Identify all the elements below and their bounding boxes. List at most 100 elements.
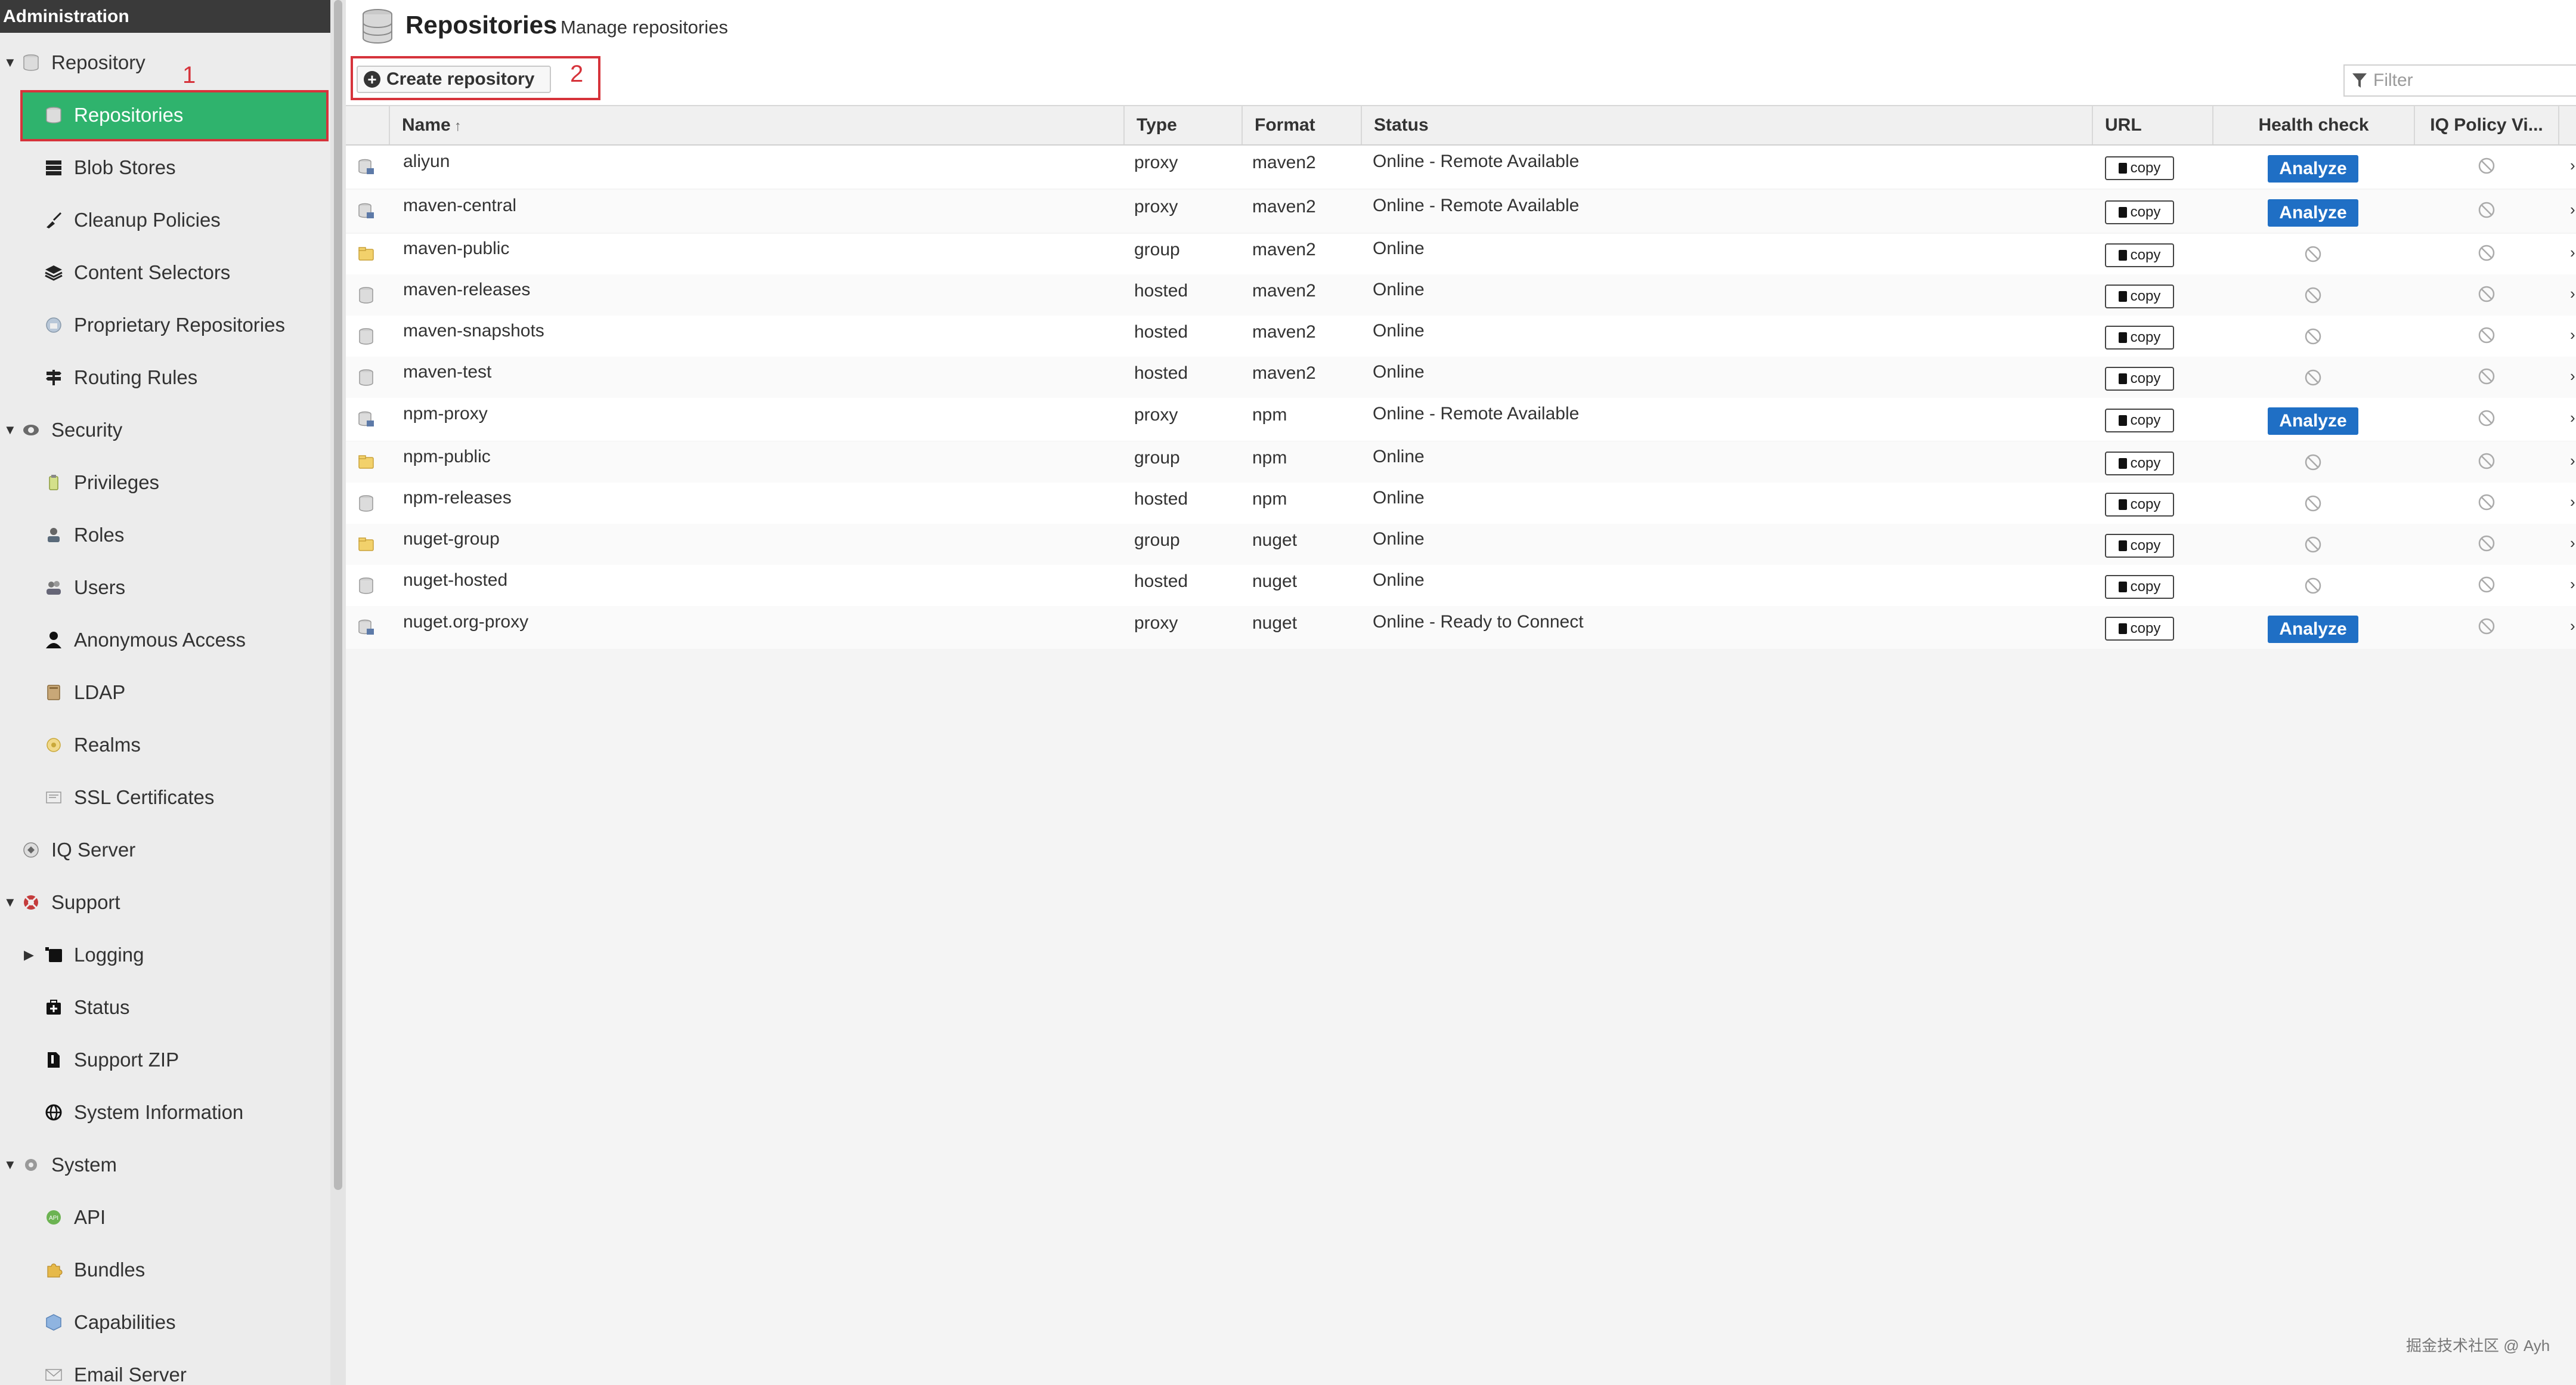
iq-server-icon (21, 840, 41, 860)
column-header-url[interactable]: URL (2092, 106, 2212, 144)
row-expand-icon[interactable]: › (2570, 243, 2575, 262)
sidebar-item-ldap[interactable]: LDAP (0, 666, 330, 719)
column-header-iq-policy[interactable]: IQ Policy Vi... (2414, 106, 2558, 144)
filter-field[interactable] (2343, 64, 2576, 97)
copy-url-button[interactable]: copy (2105, 156, 2174, 180)
copy-label: copy (2130, 412, 2161, 428)
copy-url-button[interactable]: copy (2105, 409, 2174, 432)
row-expand-icon[interactable]: › (2570, 409, 2575, 427)
table-row[interactable]: nuget.org-proxy proxy nuget Online - Ready … (346, 606, 2576, 649)
table-row[interactable]: aliyun proxy maven2 Online - Remote Availab… (346, 146, 2576, 188)
row-expand-icon[interactable]: › (2570, 493, 2575, 511)
sidebar-item-email-server[interactable]: Email Server (0, 1349, 330, 1385)
table-row[interactable]: npm-releases hosted npm Online copy › (346, 483, 2576, 524)
sidebar-item-routing-rules[interactable]: Routing Rules (0, 351, 330, 404)
repo-status: Online (1373, 570, 1425, 590)
table-row[interactable]: nuget-group group nuget Online copy › (346, 524, 2576, 565)
expand-caret-icon[interactable]: ▼ (4, 1157, 17, 1173)
repo-name: npm-releases (403, 488, 512, 508)
column-header-name[interactable]: Name ↑ (389, 106, 1219, 144)
sidebar-item-repositories[interactable]: Repositories (0, 89, 330, 141)
table-row[interactable]: maven-snapshots hosted maven2 Online copy › (346, 316, 2576, 357)
sidebar-item-realms[interactable]: Realms (0, 719, 330, 771)
expand-caret-icon[interactable]: ▼ (4, 895, 17, 910)
table-row[interactable]: maven-central proxy maven2 Online - Remote … (346, 190, 2576, 233)
copy-url-button[interactable]: copy (2105, 617, 2174, 641)
sidebar-item-proprietary-repositories[interactable]: Proprietary Repositories (0, 299, 330, 351)
sidebar-item-system-information[interactable]: System Information (0, 1086, 330, 1139)
repo-type-icon (357, 202, 376, 225)
sidebar-item-bundles[interactable]: Bundles (0, 1244, 330, 1296)
row-expand-icon[interactable]: › (2570, 367, 2575, 385)
copy-url-button[interactable]: copy (2105, 285, 2174, 308)
sidebar-item-label: Anonymous Access (74, 629, 246, 651)
copy-label: copy (2130, 204, 2161, 220)
copy-label: copy (2130, 579, 2161, 595)
sidebar-item-ssl-certificates[interactable]: SSL Certificates (0, 771, 330, 824)
repo-type-icon (357, 618, 376, 642)
column-header-status[interactable]: Status (1361, 106, 2092, 144)
column-header-icon[interactable] (346, 106, 389, 144)
sidebar-scrollbar-thumb[interactable] (334, 0, 342, 1190)
row-expand-icon[interactable]: › (2570, 200, 2575, 219)
table-row[interactable]: nuget-hosted hosted nuget Online copy › (346, 565, 2576, 606)
sidebar-item-support-zip[interactable]: Support ZIP (0, 1034, 330, 1086)
row-expand-icon[interactable]: › (2570, 156, 2575, 175)
table-row[interactable]: npm-public group npm Online copy › (346, 441, 2576, 483)
sidebar-item-content-selectors[interactable]: Content Selectors (0, 246, 330, 299)
copy-url-button[interactable]: copy (2105, 452, 2174, 475)
copy-url-button[interactable]: copy (2105, 493, 2174, 517)
sidebar-item-system[interactable]: ▼ System (0, 1139, 330, 1191)
sidebar-item-anonymous-access[interactable]: Anonymous Access (0, 614, 330, 666)
copy-url-button[interactable]: copy (2105, 326, 2174, 350)
copy-url-button[interactable]: copy (2105, 575, 2174, 599)
repo-type: proxy (1134, 153, 1178, 172)
row-expand-icon[interactable]: › (2570, 575, 2575, 593)
filter-input[interactable] (2372, 70, 2565, 91)
analyze-button[interactable]: Analyze (2268, 155, 2358, 183)
table-row[interactable]: maven-test hosted maven2 Online copy › (346, 357, 2576, 398)
sidebar-item-iq-server[interactable]: IQ Server (0, 824, 330, 876)
row-expand-icon[interactable]: › (2570, 285, 2575, 303)
sidebar-item-repository[interactable]: ▼ Repository (0, 36, 330, 89)
analyze-button[interactable]: Analyze (2268, 407, 2358, 435)
sidebar-item-support[interactable]: ▼ Support (0, 876, 330, 929)
table-row[interactable]: maven-public group maven2 Online copy › (346, 234, 2576, 274)
sidebar-item-status[interactable]: Status (0, 981, 330, 1034)
sidebar-scrollbar[interactable] (330, 0, 346, 1385)
layers-icon (44, 263, 63, 282)
sidebar-item-users[interactable]: Users (0, 561, 330, 614)
sidebar-item-privileges[interactable]: Privileges (0, 456, 330, 509)
copy-url-button[interactable]: copy (2105, 367, 2174, 391)
row-expand-icon[interactable]: › (2570, 326, 2575, 344)
sidebar-item-security[interactable]: ▼ Security (0, 404, 330, 456)
row-expand-icon[interactable]: › (2570, 452, 2575, 470)
column-header-extra[interactable] (2558, 106, 2576, 144)
create-repository-button[interactable]: + Create repository (357, 66, 551, 93)
column-header-format[interactable]: Format (1241, 106, 1361, 144)
copy-url-button[interactable]: copy (2105, 200, 2174, 224)
analyze-button[interactable]: Analyze (2268, 199, 2358, 227)
column-header-type[interactable]: Type (1123, 106, 1243, 144)
column-header-health-check[interactable]: Health check (2212, 106, 2414, 144)
table-row[interactable]: maven-releases hosted maven2 Online copy › (346, 274, 2576, 316)
not-available-icon (2477, 409, 2496, 428)
expand-caret-icon[interactable]: ▼ (4, 422, 17, 438)
signpost-icon (44, 368, 63, 387)
sidebar-item-cleanup-policies[interactable]: Cleanup Policies (0, 194, 330, 246)
sidebar-item-capabilities[interactable]: Capabilities (0, 1296, 330, 1349)
copy-url-button[interactable]: copy (2105, 534, 2174, 558)
row-expand-icon[interactable]: › (2570, 617, 2575, 635)
analyze-button[interactable]: Analyze (2268, 616, 2358, 643)
sidebar-item-logging[interactable]: ▶ Logging (0, 929, 330, 981)
sidebar-item-roles[interactable]: Roles (0, 509, 330, 561)
collapsed-caret-icon[interactable]: ▶ (24, 947, 34, 963)
sidebar-item-blob-stores[interactable]: Blob Stores (0, 141, 330, 194)
copy-url-button[interactable]: copy (2105, 243, 2174, 267)
row-expand-icon[interactable]: › (2570, 534, 2575, 552)
not-available-icon (2303, 576, 2323, 595)
expand-caret-icon[interactable]: ▼ (4, 55, 17, 70)
table-row[interactable]: npm-proxy proxy npm Online - Remote Availab… (346, 398, 2576, 441)
sidebar-item-api[interactable]: API API (0, 1191, 330, 1244)
repo-format: npm (1252, 489, 1287, 509)
